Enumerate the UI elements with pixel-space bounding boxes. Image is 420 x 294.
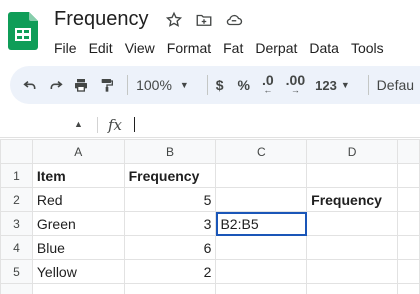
cell-d6[interactable] — [306, 283, 399, 294]
cell-a3[interactable]: Green — [31, 211, 125, 236]
cell-a6[interactable] — [31, 283, 125, 294]
cell-d2[interactable]: Frequency — [306, 187, 399, 212]
column-header-e[interactable] — [397, 139, 420, 164]
move-to-folder-icon[interactable] — [193, 9, 215, 31]
cell-c6[interactable] — [215, 283, 308, 294]
star-icon[interactable] — [163, 9, 185, 31]
cell-e5[interactable] — [397, 259, 420, 284]
menu-data[interactable]: Data — [309, 40, 345, 56]
cloud-status-icon[interactable] — [223, 9, 245, 31]
more-formats-label: 123 — [315, 77, 337, 93]
menu-fat[interactable]: Fat — [223, 40, 249, 56]
cell-d3[interactable] — [306, 211, 399, 236]
redo-icon[interactable] — [46, 72, 66, 98]
chevron-down-icon: ▼ — [340, 80, 350, 90]
font-select[interactable]: Defau — [377, 72, 414, 98]
cell-c3-active[interactable]: B2:B5 — [215, 211, 308, 236]
zoom-value: 100% — [136, 77, 172, 93]
zoom-select[interactable]: 100% ▼ — [136, 72, 189, 98]
cell-a4[interactable]: Blue — [31, 235, 125, 260]
percent-format-button[interactable]: % — [238, 72, 250, 98]
cell-c5[interactable] — [215, 259, 308, 284]
cell-e1[interactable] — [397, 163, 420, 188]
decrease-decimal-label: .0 — [261, 72, 274, 88]
cell-d1[interactable] — [306, 163, 399, 188]
column-header-c[interactable]: C — [215, 139, 308, 164]
row-header[interactable]: 3 — [0, 211, 33, 236]
formula-input-cursor[interactable] — [134, 117, 135, 132]
select-all-corner[interactable] — [0, 139, 33, 164]
cell-d5[interactable] — [306, 259, 399, 284]
row-header[interactable]: 2 — [0, 187, 33, 212]
cell-a5[interactable]: Yellow — [31, 259, 125, 284]
cell-e6[interactable] — [397, 283, 420, 294]
cell-b3[interactable]: 3 — [123, 211, 217, 236]
cell-e2[interactable] — [397, 187, 420, 212]
cell-c2[interactable] — [215, 187, 308, 212]
print-icon[interactable] — [72, 72, 92, 98]
cell-b1[interactable]: Frequency — [123, 163, 217, 188]
arrow-left-icon: ← — [263, 85, 273, 95]
cell-a1[interactable]: Item — [31, 163, 125, 188]
row-header[interactable]: 1 — [0, 163, 33, 188]
increase-decimal-button[interactable]: .00 → — [286, 72, 305, 98]
cell-a2[interactable]: Red — [31, 187, 125, 212]
toolbar: 100% ▼ $ % .0 ← .00 → 123 ▼ Defau — [10, 66, 420, 104]
spreadsheet-grid: A B C D 1 Item Frequency 2 Red 5 Frequen… — [0, 139, 420, 294]
toolbar-divider — [127, 75, 129, 95]
toolbar-divider — [367, 75, 369, 95]
sheets-logo-icon[interactable] — [8, 12, 38, 50]
fx-icon: fx — [108, 116, 123, 134]
column-header-a[interactable]: A — [31, 139, 125, 164]
cell-d4[interactable] — [306, 235, 399, 260]
more-formats-button[interactable]: 123 ▼ — [315, 72, 350, 98]
decrease-decimal-button[interactable]: .0 ← — [262, 72, 274, 98]
cell-b4[interactable]: 6 — [123, 235, 217, 260]
cell-b6[interactable] — [123, 283, 217, 294]
cell-c4[interactable] — [215, 235, 308, 260]
undo-icon[interactable] — [20, 72, 40, 98]
cell-e3[interactable] — [397, 211, 420, 236]
menu-view[interactable]: View — [125, 40, 161, 56]
menu-file[interactable]: File — [54, 40, 83, 56]
menu-derpat[interactable]: Derpat — [255, 40, 303, 56]
row-header[interactable] — [0, 283, 33, 294]
cell-e4[interactable] — [397, 235, 420, 260]
arrow-right-icon: → — [290, 85, 300, 95]
chevron-down-icon: ▼ — [179, 80, 189, 90]
cell-c1[interactable] — [215, 163, 308, 188]
cell-b2[interactable]: 5 — [123, 187, 217, 212]
menu-edit[interactable]: Edit — [89, 40, 119, 56]
formula-bar: ▲ fx — [0, 112, 420, 138]
increase-decimal-label: .00 — [285, 72, 306, 88]
document-title[interactable]: Frequency — [54, 8, 149, 31]
menu-format[interactable]: Format — [167, 40, 217, 56]
row-header[interactable]: 5 — [0, 259, 33, 284]
name-box-chevron-icon[interactable]: ▲ — [74, 119, 83, 129]
row-header[interactable]: 4 — [0, 235, 33, 260]
column-header-d[interactable]: D — [306, 139, 399, 164]
cell-b5[interactable]: 2 — [123, 259, 217, 284]
menu-tools[interactable]: Tools — [351, 40, 390, 56]
formula-divider — [97, 117, 98, 133]
column-header-b[interactable]: B — [123, 139, 217, 164]
menu-bar: File Edit View Format Fat Derpat Data To… — [54, 40, 396, 56]
currency-format-button[interactable]: $ — [216, 72, 224, 98]
toolbar-divider — [206, 75, 208, 95]
paint-format-icon[interactable] — [97, 72, 117, 98]
